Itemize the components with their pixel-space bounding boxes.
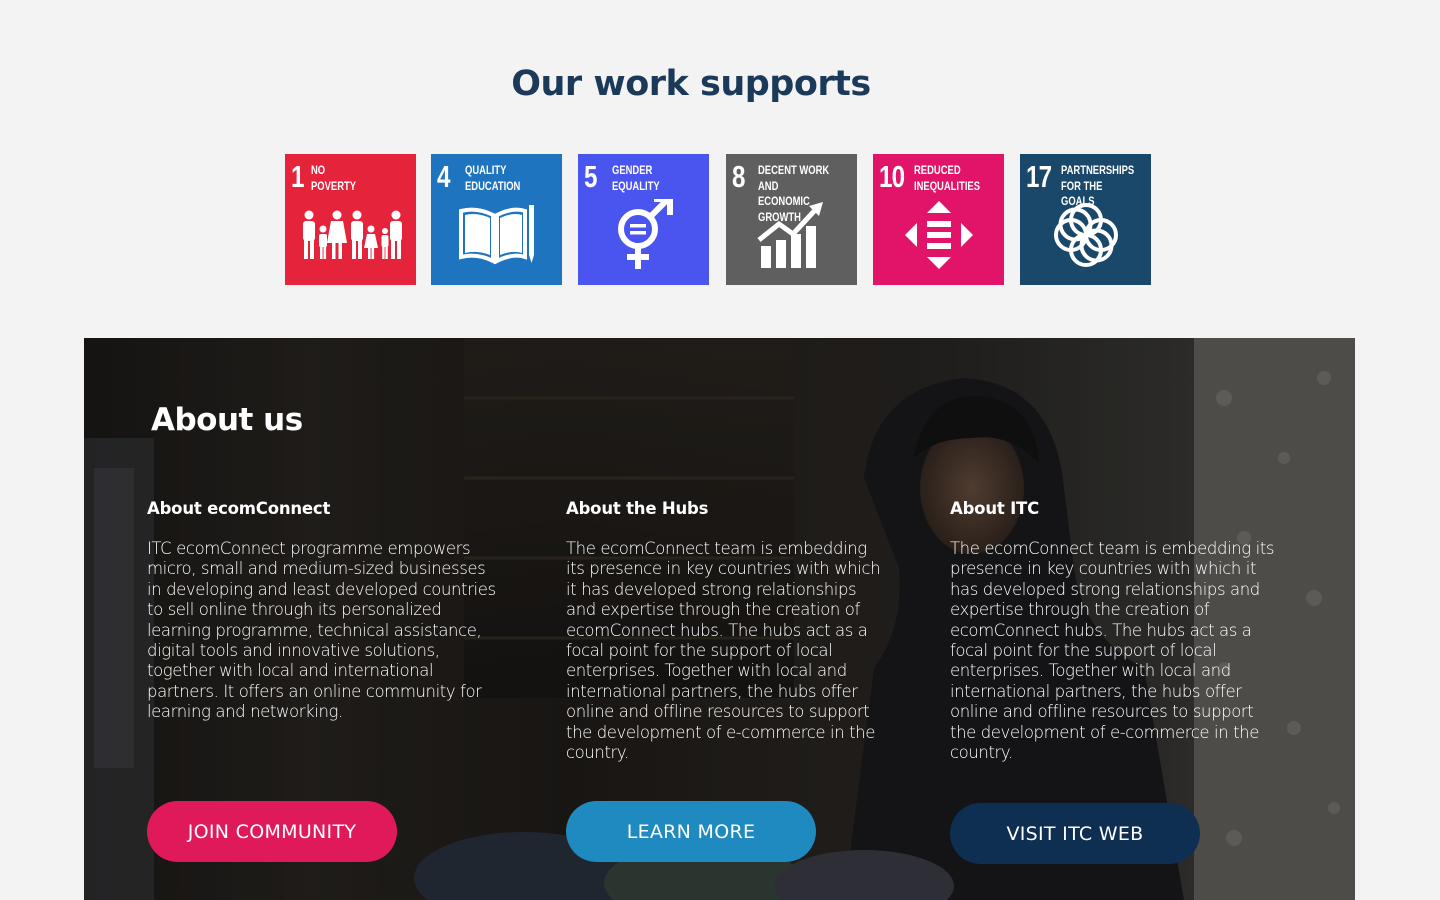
sdg-tile-5[interactable]: 5 GENDER EQUALITY xyxy=(578,154,709,285)
about-itc-column: About ITC The ecomConnect team is embedd… xyxy=(950,499,1280,763)
sdg-label: GENDER EQUALITY xyxy=(612,165,660,193)
sdg-number: 5 xyxy=(584,159,597,194)
sdg-label: NO POVERTY xyxy=(311,165,357,193)
growth-chart-icon xyxy=(726,195,857,275)
book-icon xyxy=(431,195,562,275)
sdg-tile-10[interactable]: 10 REDUCED INEQUALITIES xyxy=(873,154,1004,285)
partnership-flower-icon xyxy=(1020,195,1151,275)
column-body: ITC ecomConnect programme empowers micro… xyxy=(147,539,496,722)
column-body: The ecomConnect team is embedding its pr… xyxy=(950,539,1275,763)
column-heading: About ecomConnect xyxy=(147,499,331,518)
column-heading: About ITC xyxy=(950,499,1039,518)
gender-equality-icon xyxy=(578,195,709,275)
sdg-tile-8[interactable]: 8 DECENT WORK AND ECONOMIC GROWTH xyxy=(726,154,857,285)
sdg-tile-17[interactable]: 17 PARTNERSHIPS FOR THE GOALS xyxy=(1020,154,1151,285)
equality-arrows-icon xyxy=(873,195,1004,275)
sdg-label: QUALITY EDUCATION xyxy=(465,165,521,193)
join-community-button[interactable]: JOIN COMMUNITY xyxy=(147,801,397,862)
section-title-our-work-supports: Our work supports xyxy=(511,64,871,104)
sdg-number: 1 xyxy=(291,159,304,194)
sdg-goals-row: 1 NO POVERTY 4 QUALITY EDUCATION 5 GENDE… xyxy=(285,154,1151,285)
column-body: The ecomConnect team is embedding its pr… xyxy=(566,539,881,763)
about-us-title: About us xyxy=(151,402,303,438)
about-ecomconnect-column: About ecomConnect ITC ecomConnect progra… xyxy=(147,499,497,723)
about-hubs-column: About the Hubs The ecomConnect team is e… xyxy=(566,499,881,763)
sdg-number: 17 xyxy=(1026,159,1052,194)
family-icon xyxy=(285,195,416,275)
sdg-label: REDUCED INEQUALITIES xyxy=(914,165,981,193)
sdg-tile-1[interactable]: 1 NO POVERTY xyxy=(285,154,416,285)
sdg-number: 10 xyxy=(879,159,905,194)
about-us-section: About us About ecomConnect ITC ecomConne… xyxy=(84,338,1355,900)
sdg-number: 8 xyxy=(732,159,745,194)
sdg-tile-4[interactable]: 4 QUALITY EDUCATION xyxy=(431,154,562,285)
visit-itc-web-button[interactable]: VISIT ITC WEB xyxy=(950,803,1200,864)
column-heading: About the Hubs xyxy=(566,499,709,518)
sdg-number: 4 xyxy=(437,159,450,194)
learn-more-button[interactable]: LEARN MORE xyxy=(566,801,816,862)
